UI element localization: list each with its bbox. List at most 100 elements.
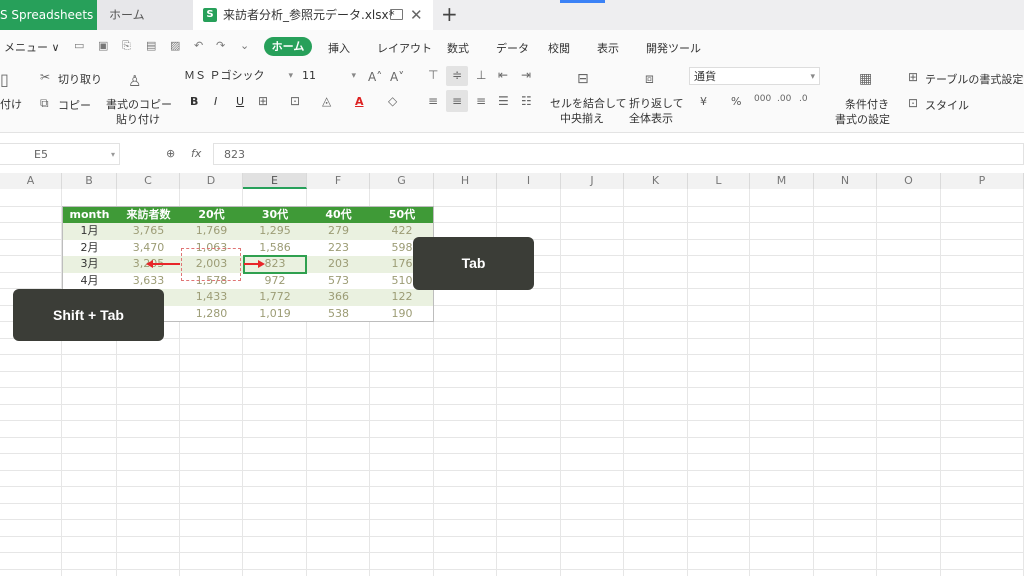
column-header-a[interactable]: A bbox=[0, 173, 62, 189]
align-right-icon[interactable]: ≡ bbox=[476, 94, 486, 108]
merge-cells-icon[interactable]: ⊟ bbox=[577, 71, 589, 87]
table-month-cell[interactable]: 2月 bbox=[62, 239, 117, 256]
tab-file[interactable]: S 来訪者分析_参照元データ.xlsx* ✕ bbox=[193, 0, 433, 30]
table-value-cell[interactable]: 1,019 bbox=[243, 305, 307, 322]
column-header-i[interactable]: I bbox=[497, 173, 561, 189]
menu-formulas[interactable]: 数式 bbox=[447, 40, 469, 56]
borders-icon[interactable]: ⊞ bbox=[258, 94, 268, 108]
indent-increase-icon[interactable]: ⇥ bbox=[521, 68, 531, 82]
italic-button[interactable]: I bbox=[214, 95, 217, 108]
table-value-cell[interactable]: 279 bbox=[307, 223, 370, 240]
table-value-cell[interactable]: 3,470 bbox=[117, 239, 180, 256]
column-header-d[interactable]: D bbox=[180, 173, 243, 189]
new-tab-button[interactable]: + bbox=[441, 0, 458, 29]
wrap-label-1[interactable]: 折り返して bbox=[629, 95, 684, 111]
menu-layout[interactable]: レイアウト bbox=[377, 40, 432, 56]
currency-button[interactable]: ¥ bbox=[700, 95, 707, 108]
float-window-icon[interactable] bbox=[390, 9, 403, 20]
name-box[interactable]: E5 ▾ bbox=[0, 143, 120, 165]
column-header-f[interactable]: F bbox=[307, 173, 370, 189]
increase-font-icon[interactable]: A˄ bbox=[368, 70, 382, 84]
merge-label-1[interactable]: セルを結合して bbox=[550, 95, 627, 111]
table-value-cell[interactable]: 203 bbox=[307, 256, 370, 273]
function-button[interactable]: fx bbox=[191, 147, 201, 160]
bold-button[interactable]: B bbox=[190, 95, 198, 108]
tab-home[interactable]: ホーム bbox=[97, 0, 193, 30]
table-month-cell[interactable]: 4月 bbox=[62, 272, 117, 289]
menu-view[interactable]: 表示 bbox=[597, 40, 619, 56]
print-icon[interactable]: ▤ bbox=[146, 39, 156, 52]
table-value-cell[interactable]: 1,769 bbox=[180, 223, 243, 240]
font-color-button[interactable]: A bbox=[355, 95, 364, 108]
column-header-k[interactable]: K bbox=[624, 173, 688, 189]
column-header-l[interactable]: L bbox=[688, 173, 750, 189]
column-header-b[interactable]: B bbox=[62, 173, 117, 189]
wrap-label-2[interactable]: 全体表示 bbox=[629, 110, 673, 126]
menu-review[interactable]: 校閲 bbox=[548, 40, 570, 56]
table-header-cell[interactable]: 50代 bbox=[370, 206, 434, 223]
table-header-cell[interactable]: 20代 bbox=[180, 206, 243, 223]
undo-icon[interactable]: ↶ bbox=[194, 39, 203, 52]
font-name-select[interactable]: ＭＳ Ｐゴシック ▾ bbox=[180, 67, 297, 85]
customize-toolbar-icon[interactable]: ⌄ bbox=[240, 39, 249, 52]
table-value-cell[interactable]: 223 bbox=[307, 239, 370, 256]
align-top-icon[interactable]: ⊤ bbox=[428, 68, 438, 82]
increase-decimal-icon[interactable]: .00 bbox=[777, 94, 791, 104]
table-value-cell[interactable]: 573 bbox=[307, 272, 370, 289]
menu-insert[interactable]: 挿入 bbox=[328, 40, 350, 56]
fill-color-icon[interactable]: ◬ bbox=[322, 94, 331, 108]
table-header-cell[interactable]: 40代 bbox=[307, 206, 370, 223]
column-header-h[interactable]: H bbox=[434, 173, 497, 189]
paste-icon[interactable]: ▯ bbox=[0, 70, 9, 89]
merge-label-2[interactable]: 中央揃え bbox=[560, 110, 604, 126]
save-icon[interactable]: ⎘ bbox=[122, 39, 131, 53]
table-value-cell[interactable]: 122 bbox=[370, 289, 434, 306]
menu-developer[interactable]: 開発ツール bbox=[646, 40, 701, 56]
format-painter-label-2[interactable]: 貼り付け bbox=[116, 111, 160, 127]
table-month-cell[interactable]: 3月 bbox=[62, 256, 117, 273]
column-header-p[interactable]: P bbox=[941, 173, 1024, 189]
table-value-cell[interactable]: 538 bbox=[307, 305, 370, 322]
main-menu-button[interactable]: メニュー ∨ bbox=[4, 39, 60, 55]
table-header-cell[interactable]: month bbox=[62, 206, 117, 223]
column-header-e[interactable]: E bbox=[243, 173, 307, 189]
table-value-cell[interactable]: 3,633 bbox=[117, 272, 180, 289]
column-header-n[interactable]: N bbox=[814, 173, 877, 189]
zoom-icon[interactable]: ⊕ bbox=[166, 147, 175, 160]
table-header-cell[interactable]: 来訪者数 bbox=[117, 206, 180, 223]
menu-home[interactable]: ホーム bbox=[264, 37, 312, 56]
table-header-cell[interactable]: 30代 bbox=[243, 206, 307, 223]
copy-button[interactable]: コピー bbox=[58, 97, 91, 113]
conditional-format-label-2[interactable]: 書式の設定 bbox=[835, 111, 890, 127]
menu-data[interactable]: データ bbox=[496, 40, 529, 56]
tab-app[interactable]: S Spreadsheets bbox=[0, 0, 97, 30]
table-value-cell[interactable]: 190 bbox=[370, 305, 434, 322]
align-left-icon[interactable]: ≡ bbox=[428, 94, 438, 108]
table-value-cell[interactable]: 1,433 bbox=[180, 289, 243, 306]
conditional-format-icon[interactable]: ▦ bbox=[859, 71, 872, 87]
font-size-select[interactable]: 11 ▾ bbox=[298, 67, 360, 85]
thousands-separator-icon[interactable]: 000 bbox=[754, 94, 771, 104]
percent-button[interactable]: % bbox=[731, 95, 741, 108]
distribute-icon[interactable]: ☷ bbox=[521, 94, 532, 108]
table-value-cell[interactable]: 1,772 bbox=[243, 289, 307, 306]
underline-button[interactable]: U bbox=[236, 95, 244, 108]
redo-icon[interactable]: ↷ bbox=[216, 39, 225, 52]
table-format-button[interactable]: テーブルの書式設定 bbox=[925, 71, 1023, 87]
number-format-select[interactable]: 通貨 ▾ bbox=[689, 67, 820, 85]
cut-button[interactable]: 切り取り bbox=[58, 71, 102, 87]
clear-format-icon[interactable]: ◇ bbox=[388, 94, 397, 108]
conditional-format-label-1[interactable]: 条件付き bbox=[845, 96, 889, 112]
wrap-text-icon[interactable]: ⧈ bbox=[645, 71, 654, 87]
formula-input[interactable]: 823 bbox=[213, 143, 1024, 165]
table-value-cell[interactable]: 1,586 bbox=[243, 239, 307, 256]
column-header-m[interactable]: M bbox=[750, 173, 814, 189]
table-month-cell[interactable]: 1月 bbox=[62, 223, 117, 240]
column-header-j[interactable]: J bbox=[561, 173, 624, 189]
column-header-c[interactable]: C bbox=[117, 173, 180, 189]
justify-icon[interactable]: ☰ bbox=[498, 94, 509, 108]
paste-button-label[interactable]: 付け bbox=[0, 96, 22, 112]
cell-style-icon[interactable]: ⊡ bbox=[290, 94, 300, 108]
table-value-cell[interactable]: 972 bbox=[243, 272, 307, 289]
close-tab-icon[interactable]: ✕ bbox=[410, 0, 423, 31]
